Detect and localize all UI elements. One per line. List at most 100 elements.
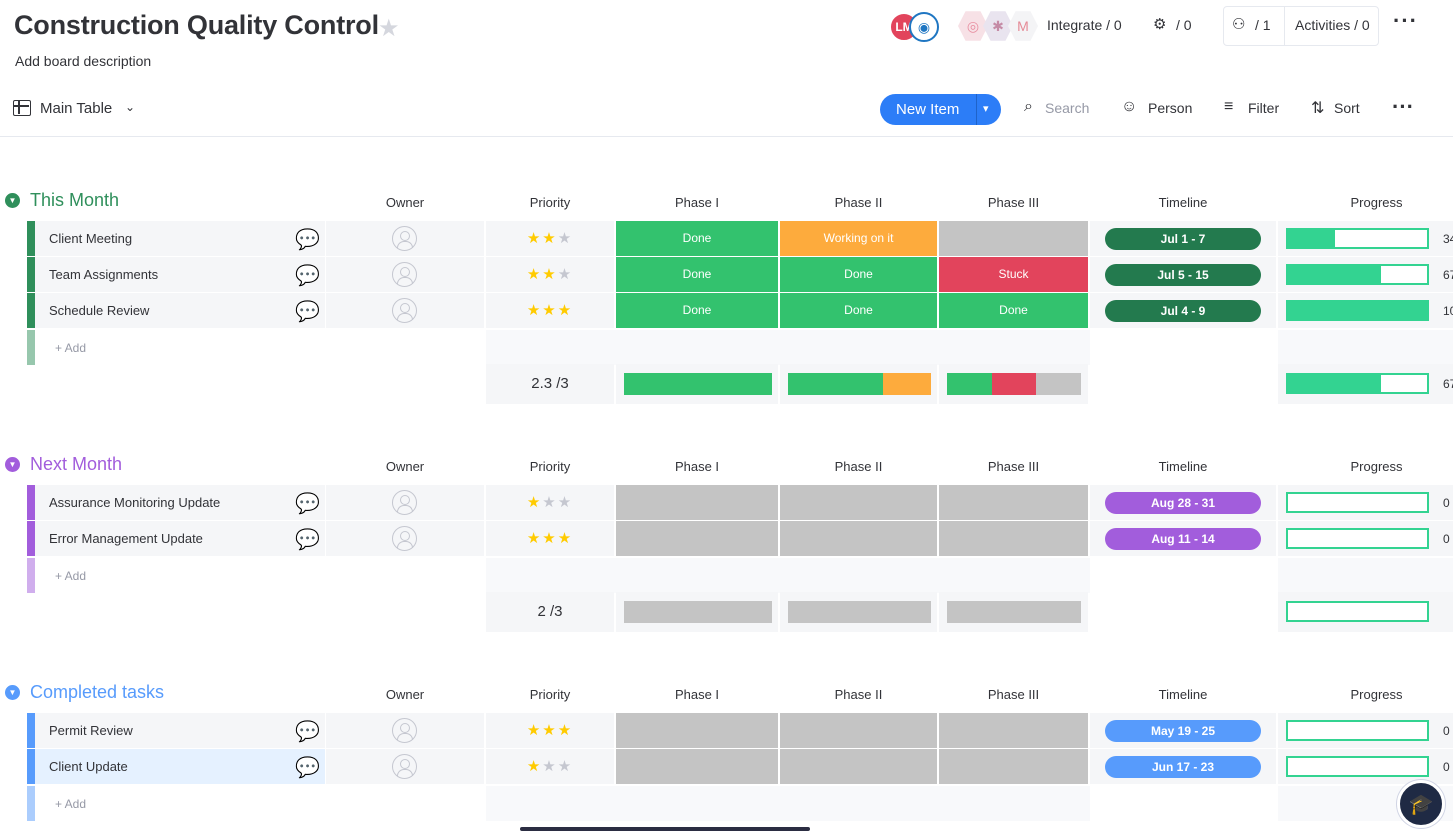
item-name[interactable]: Error Management Update	[49, 531, 203, 546]
owner-avatar-icon[interactable]	[392, 262, 417, 287]
status-phase1[interactable]: Done	[616, 257, 778, 292]
add-item-label[interactable]: + Add	[55, 341, 86, 355]
column-header-owner[interactable]: Owner	[326, 195, 484, 210]
item-name[interactable]: Client Meeting	[49, 231, 132, 246]
horizontal-scrollbar[interactable]	[520, 827, 810, 831]
timeline-pill[interactable]: Jun 17 - 23	[1105, 756, 1261, 778]
status-phase2[interactable]: Done	[780, 293, 937, 328]
person-filter-button[interactable]: Person	[1148, 100, 1192, 116]
board-description[interactable]: Add board description	[15, 53, 151, 69]
column-header-phase2[interactable]: Phase II	[780, 459, 937, 474]
owner-avatar-icon[interactable]	[392, 298, 417, 323]
priority-rating[interactable]: ★★★	[486, 221, 614, 256]
table-row[interactable]: Schedule Review 💬 ★★★ Done Done Done Jul …	[27, 293, 1453, 328]
priority-rating[interactable]: ★★★	[486, 713, 614, 748]
status-phase3[interactable]	[939, 521, 1088, 556]
more-options-icon[interactable]: ···	[1393, 8, 1418, 34]
status-phase3[interactable]: Stuck	[939, 257, 1088, 292]
status-phase3[interactable]	[939, 221, 1088, 256]
comment-icon[interactable]: 💬	[295, 719, 320, 744]
chevron-down-icon[interactable]: ⌄	[125, 100, 135, 114]
add-item-row[interactable]: + Add	[27, 330, 1453, 365]
owner-avatar-icon[interactable]	[392, 226, 417, 251]
graduation-cap-icon[interactable]: 🎓	[1397, 780, 1445, 828]
comment-icon[interactable]: 💬	[295, 527, 320, 552]
automations-count[interactable]: / 0	[1176, 17, 1192, 33]
column-header-phase1[interactable]: Phase I	[616, 687, 778, 702]
comment-icon[interactable]: 💬	[295, 491, 320, 516]
column-header-timeline[interactable]: Timeline	[1090, 459, 1276, 474]
group-title[interactable]: This Month	[30, 190, 119, 211]
column-header-progress[interactable]: Progress	[1278, 459, 1453, 474]
filter-icon[interactable]: ≡	[1224, 98, 1233, 116]
comment-icon[interactable]: 💬	[295, 299, 320, 324]
status-phase2[interactable]	[780, 521, 937, 556]
column-header-phase1[interactable]: Phase I	[616, 459, 778, 474]
owner-avatar-icon[interactable]	[392, 526, 417, 551]
item-name[interactable]: Team Assignments	[49, 267, 158, 282]
add-item-label[interactable]: + Add	[55, 797, 86, 811]
column-header-timeline[interactable]: Timeline	[1090, 687, 1276, 702]
column-header-priority[interactable]: Priority	[486, 687, 614, 702]
viewer-eye-icon[interactable]: ◉	[909, 12, 939, 42]
status-phase2[interactable]: Working on it	[780, 221, 937, 256]
timeline-pill[interactable]: May 19 - 25	[1105, 720, 1261, 742]
timeline-pill[interactable]: Jul 5 - 15	[1105, 264, 1261, 286]
sort-icon[interactable]: ⇅	[1311, 98, 1324, 118]
sort-button[interactable]: Sort	[1334, 100, 1360, 116]
column-header-phase3[interactable]: Phase III	[939, 459, 1088, 474]
priority-rating[interactable]: ★★★	[486, 485, 614, 520]
timeline-pill[interactable]: Jul 1 - 7	[1105, 228, 1261, 250]
column-header-phase3[interactable]: Phase III	[939, 687, 1088, 702]
owner-avatar-icon[interactable]	[392, 490, 417, 515]
column-header-progress[interactable]: Progress	[1278, 195, 1453, 210]
collapse-group-icon[interactable]: ▼	[5, 193, 20, 208]
person-icon[interactable]: ☺	[1121, 98, 1137, 116]
column-header-owner[interactable]: Owner	[326, 459, 484, 474]
timeline-pill[interactable]: Aug 28 - 31	[1105, 492, 1261, 514]
table-row[interactable]: Assurance Monitoring Update 💬 ★★★ Aug 28 …	[27, 485, 1453, 520]
comment-icon[interactable]: 💬	[295, 263, 320, 288]
table-row[interactable]: Team Assignments 💬 ★★★ Done Done Stuck Ju…	[27, 257, 1453, 292]
search-icon[interactable]: ⌕	[1024, 98, 1033, 116]
column-header-priority[interactable]: Priority	[486, 195, 614, 210]
add-item-row[interactable]: + Add	[27, 558, 1453, 593]
collapse-group-icon[interactable]: ▼	[5, 457, 20, 472]
table-row[interactable]: Client Update 💬 ★★★ Jun 17 - 23 0	[27, 749, 1453, 784]
column-header-timeline[interactable]: Timeline	[1090, 195, 1276, 210]
item-name[interactable]: Permit Review	[49, 723, 133, 738]
comment-icon[interactable]: 💬	[295, 227, 320, 252]
column-header-phase3[interactable]: Phase III	[939, 195, 1088, 210]
integrations-icons[interactable]: ◎ ✱ M	[958, 10, 1038, 42]
status-phase3[interactable]	[939, 485, 1088, 520]
item-name[interactable]: Client Update	[49, 759, 128, 774]
activities-button[interactable]: Activities / 0	[1295, 17, 1370, 33]
filter-button[interactable]: Filter	[1248, 100, 1279, 116]
column-header-phase1[interactable]: Phase I	[616, 195, 778, 210]
column-header-progress[interactable]: Progress	[1278, 687, 1453, 702]
status-phase2[interactable]: Done	[780, 257, 937, 292]
group-title[interactable]: Completed tasks	[30, 682, 164, 703]
item-name[interactable]: Assurance Monitoring Update	[49, 495, 220, 510]
add-item-label[interactable]: + Add	[55, 569, 86, 583]
table-row[interactable]: Client Meeting 💬 ★★★ Done Working on it J…	[27, 221, 1453, 256]
members-icon[interactable]: ⚇	[1232, 15, 1245, 33]
status-phase1[interactable]: Done	[616, 293, 778, 328]
column-header-owner[interactable]: Owner	[326, 687, 484, 702]
owner-avatar-icon[interactable]	[392, 718, 417, 743]
status-phase1[interactable]: Done	[616, 221, 778, 256]
chevron-down-icon[interactable]: ▾	[983, 102, 989, 115]
group-title[interactable]: Next Month	[30, 454, 122, 475]
new-item-button[interactable]: New Item ▾	[880, 94, 1001, 125]
members-count[interactable]: / 1	[1255, 17, 1271, 33]
status-phase1[interactable]	[616, 713, 778, 748]
view-selector[interactable]: Main Table	[40, 100, 112, 117]
comment-icon[interactable]: 💬	[295, 755, 320, 780]
status-phase1[interactable]	[616, 485, 778, 520]
collapse-group-icon[interactable]: ▼	[5, 685, 20, 700]
integrate-button[interactable]: Integrate / 0	[1047, 17, 1122, 33]
timeline-pill[interactable]: Aug 11 - 14	[1105, 528, 1261, 550]
table-row[interactable]: Error Management Update 💬 ★★★ Aug 11 - 14…	[27, 521, 1453, 556]
add-item-row[interactable]: + Add	[27, 786, 1453, 821]
robot-icon[interactable]: ⚙	[1153, 15, 1166, 33]
